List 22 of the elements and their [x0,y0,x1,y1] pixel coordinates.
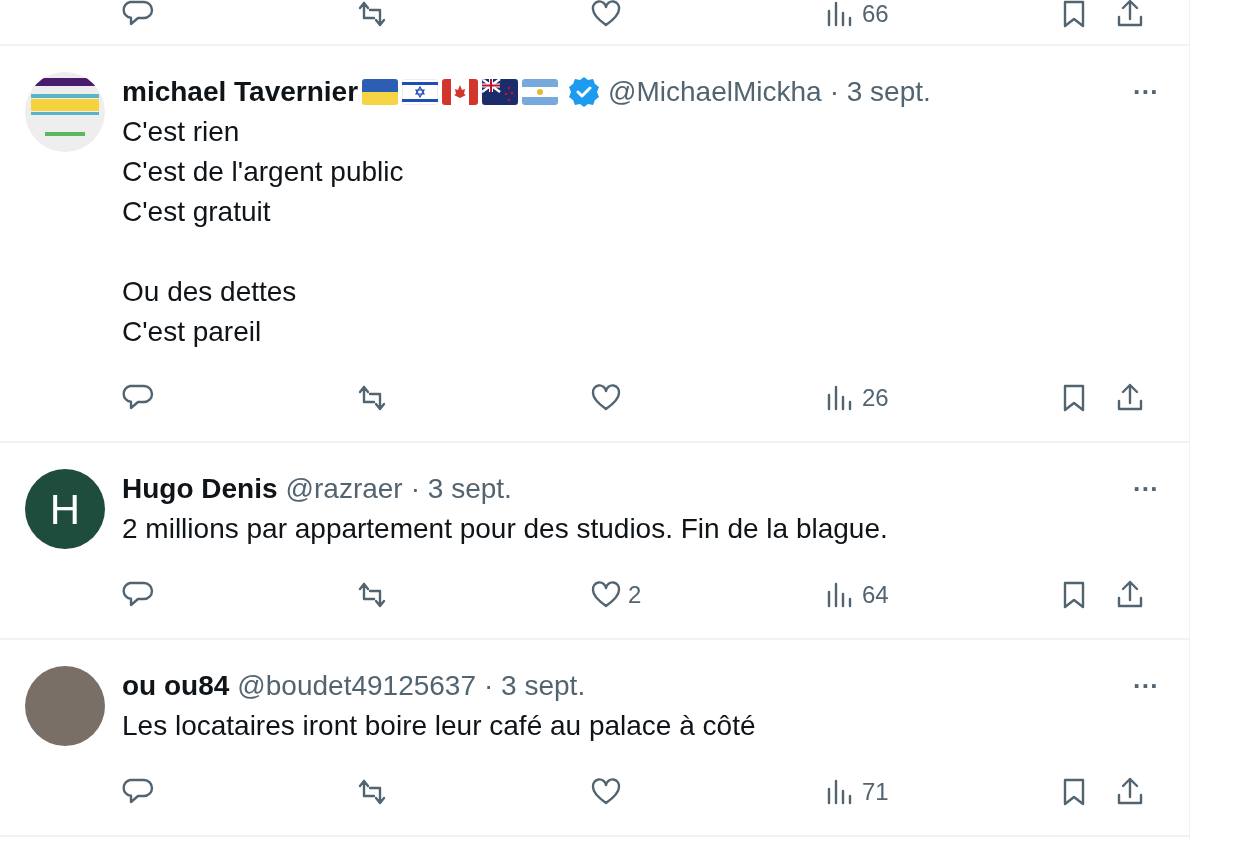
post-text: Les locataires iront boire leur café au palace à côté [122,709,757,743]
more-options-button[interactable]: ··· [1133,666,1159,706]
user-name[interactable]: ou ou84 [122,666,230,706]
user-handle[interactable]: @razraer [285,469,403,509]
user-name[interactable]: michael Tavernier [122,72,359,112]
user-name[interactable]: Hugo Denis [122,469,278,509]
view-count: 64 [862,580,889,610]
post-date[interactable]: · 3 sept. [410,469,512,509]
view-count: 66 [862,0,889,29]
post-date[interactable]: · 3 sept. [829,72,931,112]
view-count: 71 [862,777,889,807]
post-text: Ou des dettes C'est pareil [122,275,298,349]
post-text: 2 millions par appartement pour des studios. Fin de la blague. [122,512,889,546]
more-options-button[interactable]: ··· [1133,72,1159,112]
like-count: 2 [628,580,642,610]
avatar[interactable]: H [25,469,105,549]
post-text: C'est rien C'est de l'argent public C'est gratuit [122,115,405,229]
user-handle[interactable]: @boudet49125637 [237,666,476,706]
view-count: 26 [862,383,889,413]
post-date[interactable]: · 3 sept. [484,666,586,706]
user-handle[interactable]: @MichaelMickha [608,72,822,112]
more-options-button[interactable]: ··· [1133,469,1159,509]
